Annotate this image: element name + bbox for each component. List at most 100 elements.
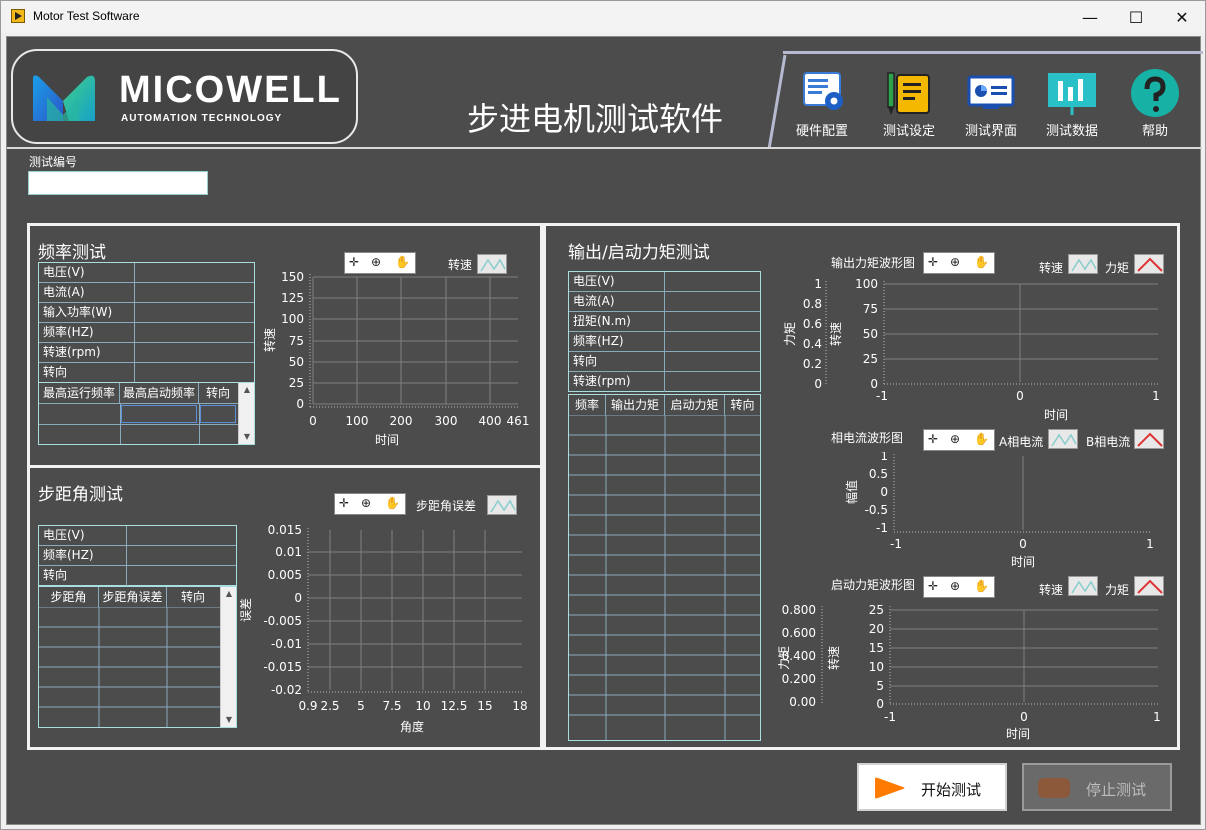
y-tick-label: -0.005 <box>263 614 302 628</box>
test-number-input[interactable] <box>28 171 208 195</box>
readout-label: 电流(A) <box>569 292 665 312</box>
table-scrollbar[interactable]: ▲ ▼ <box>220 587 236 727</box>
cursor-move-icon[interactable]: ✛ <box>349 255 359 269</box>
legend-label: 力矩 <box>1105 583 1130 597</box>
y-tick-label: 0 <box>880 485 888 499</box>
nav-help[interactable]: 帮助 <box>1119 65 1191 139</box>
start-test-button[interactable]: 开始测试 <box>857 763 1007 811</box>
x-tick-label: -1 <box>876 389 888 403</box>
graph-tool-palette[interactable]: ✛ ⊕ ✋ <box>923 576 995 598</box>
zoom-icon[interactable]: ⊕ <box>950 579 960 593</box>
torque-results-table[interactable]: 频率 输出力矩 启动力矩 转向 <box>568 394 761 741</box>
nav-hardware-config[interactable]: 硬件配置 <box>786 65 858 139</box>
table-scrollbar[interactable]: ▲ ▼ <box>238 383 254 444</box>
torque-panel-title: 输出/启动力矩测试 <box>568 243 710 263</box>
maximize-button[interactable]: ☐ <box>1113 1 1159 33</box>
zoom-icon[interactable]: ⊕ <box>361 496 371 510</box>
legend-swatch-phase-b[interactable] <box>1134 429 1164 449</box>
pan-hand-icon[interactable]: ✋ <box>974 255 989 269</box>
cursor-move-icon[interactable]: ✛ <box>928 255 938 269</box>
y-tick-label: 0.200 <box>782 672 816 686</box>
output-torque-chart[interactable]: 1 0.8 0.6 0.4 0.2 0 100 75 50 25 0 -1 0 … <box>778 276 1168 426</box>
column-header: 转向 <box>730 398 755 412</box>
zoom-icon[interactable]: ⊕ <box>371 255 381 269</box>
column-header: 启动力矩 <box>665 395 725 415</box>
column-header: 转向 <box>205 386 230 400</box>
readout-row: 转向 <box>569 352 760 372</box>
y-tick-label: 5 <box>876 679 884 693</box>
start-torque-chart[interactable]: 0.800 0.600 0.400 0.200 0.00 25 20 15 10… <box>778 602 1168 742</box>
legend-swatch-step-error[interactable] <box>487 495 517 515</box>
y-tick-label: 0 <box>876 697 884 711</box>
legend-swatch-torque[interactable] <box>1134 254 1164 274</box>
x-tick-label: 400 <box>479 414 502 428</box>
nav-hardware-config-label: 硬件配置 <box>795 124 848 139</box>
x-tick-label: 15 <box>477 699 492 713</box>
column-header: 最高启动频率 <box>120 383 199 403</box>
x-tick-label: 5 <box>357 699 365 713</box>
y-axis-title: 力矩 <box>778 646 791 670</box>
freq-results-table[interactable]: 最高运行频率 最高启动频率 转向 ▲ ▼ <box>38 382 255 445</box>
y-tick-label: 0.015 <box>268 524 302 537</box>
nav-test-settings[interactable]: 测试设定 <box>873 65 945 139</box>
test-number-label: 测试编号 <box>29 155 78 169</box>
minimize-button[interactable]: — <box>1067 1 1113 33</box>
phase-current-chart[interactable]: 1 0.5 0 -0.5 -1 -1 0 1 时间 幅值 <box>826 452 1166 582</box>
logo: MICOWELL AUTOMATION TECHNOLOGY <box>11 49 358 144</box>
logo-name: MICOWELL <box>119 69 342 111</box>
cursor-move-icon[interactable]: ✛ <box>928 432 938 446</box>
zoom-icon[interactable]: ⊕ <box>950 255 960 269</box>
cursor-move-icon[interactable]: ✛ <box>339 496 349 510</box>
graph-tool-palette[interactable]: ✛ ⊕ ✋ <box>923 429 995 451</box>
y-axis-title: 误差 <box>240 598 253 622</box>
readout-label: 扭矩(N.m) <box>569 312 665 332</box>
readout-label: 频率(HZ) <box>569 332 665 352</box>
legend-swatch-torque[interactable] <box>1134 576 1164 596</box>
pan-hand-icon[interactable]: ✋ <box>974 432 989 446</box>
nav-test-data[interactable]: 测试数据 <box>1036 65 1108 139</box>
y-tick-label: 0 <box>814 377 822 391</box>
step-readout-table: 电压(V) 频率(HZ) 转向 <box>38 525 237 586</box>
nav-test-settings-label: 测试设定 <box>882 124 935 139</box>
graph-tool-palette[interactable]: ✛ ⊕ ✋ <box>923 252 995 274</box>
x-tick-label: 12.5 <box>441 699 468 713</box>
y-tick-label: 75 <box>863 302 878 316</box>
readout-row: 电压(V) <box>39 263 254 283</box>
x-tick-label: 2.5 <box>320 699 339 713</box>
legend-swatch-speed[interactable] <box>1068 576 1098 596</box>
legend-swatch-speed[interactable] <box>1068 254 1098 274</box>
legend-label: 步距角误差 <box>416 499 477 513</box>
test-data-icon <box>1048 73 1096 115</box>
zoom-icon[interactable]: ⊕ <box>950 432 960 446</box>
close-button[interactable]: ✕ <box>1159 1 1205 33</box>
readout-label: 电压(V) <box>39 263 135 283</box>
pan-hand-icon[interactable]: ✋ <box>385 496 400 510</box>
table-cell-selected[interactable] <box>200 405 236 423</box>
readout-row: 频率(HZ) <box>39 546 236 566</box>
freq-readout-table: 电压(V) 电流(A) 输入功率(W) 频率(HZ) 转速(rpm) 转向 <box>38 262 255 383</box>
readout-row: 转向 <box>39 363 254 383</box>
cursor-move-icon[interactable]: ✛ <box>928 579 938 593</box>
graph-tool-palette[interactable]: ✛ ⊕ ✋ <box>334 493 406 515</box>
pan-hand-icon[interactable]: ✋ <box>395 255 410 269</box>
freq-speed-chart[interactable]: 150 125 100 75 50 25 0 0 100 200 300 400… <box>260 270 540 460</box>
pan-hand-icon[interactable]: ✋ <box>974 579 989 593</box>
stop-test-button[interactable]: 停止测试 <box>1022 763 1172 811</box>
column-header: 最高运行频率 <box>39 383 120 403</box>
x-tick-label: 1 <box>1152 389 1160 403</box>
window-title: Motor Test Software <box>33 9 140 23</box>
readout-label: 输入功率(W) <box>39 303 135 323</box>
logo-subtitle: AUTOMATION TECHNOLOGY <box>121 113 283 124</box>
legend-swatch-phase-a[interactable] <box>1048 429 1078 449</box>
y-axis-title: 转速 <box>826 646 841 670</box>
readout-row: 扭矩(N.m) <box>569 312 760 332</box>
nav-test-screen[interactable]: 测试界面 <box>955 65 1027 139</box>
phase-current-graph-title: 相电流波形图 <box>831 431 904 445</box>
stop-test-label: 停止测试 <box>1086 781 1147 799</box>
step-error-chart[interactable]: 0.015 0.01 0.005 0 -0.005 -0.01 -0.015 -… <box>240 524 540 744</box>
readout-row: 转向 <box>39 566 236 586</box>
table-cell-selected[interactable] <box>121 405 197 423</box>
step-results-table[interactable]: 步距角 步距角误差 转向 ▲ ▼ <box>38 586 237 728</box>
y-tick-label: 75 <box>289 334 304 348</box>
column-header: 转向 <box>180 590 205 604</box>
